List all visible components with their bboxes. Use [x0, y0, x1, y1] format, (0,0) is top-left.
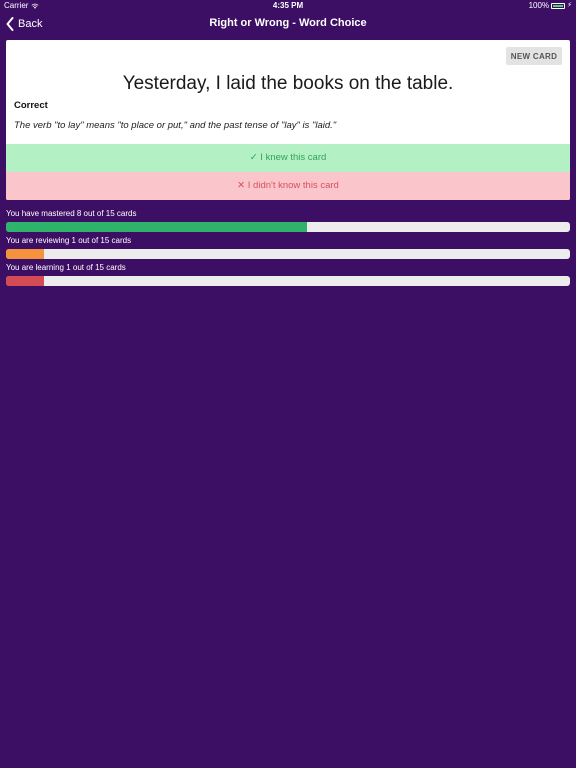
bolt-icon: ⚡: [567, 2, 572, 9]
card-verdict: Correct: [14, 100, 48, 111]
status-time: 4:35 PM: [272, 1, 304, 10]
flashcard: NEW CARD Yesterday, I laid the books on …: [6, 40, 570, 200]
progress-fill-learning: [6, 276, 44, 286]
progress-track: [6, 222, 570, 232]
progress-label: You have mastered 8 out of 15 cards: [6, 209, 137, 218]
knew-card-button[interactable]: ✓ I knew this card: [6, 144, 570, 172]
progress-fill-mastered: [6, 222, 307, 232]
progress-fill-reviewing: [6, 249, 44, 259]
progress-label: You are learning 1 out of 15 cards: [6, 263, 126, 272]
progress-learning: You are learning 1 out of 15 cards: [6, 262, 570, 289]
progress-track: [6, 276, 570, 286]
progress-reviewing: You are reviewing 1 out of 15 cards: [6, 235, 570, 262]
page-title: Right or Wrong - Word Choice: [209, 17, 367, 29]
nav-bar: Back Right or Wrong - Word Choice: [0, 12, 576, 36]
battery-percent: 100%: [528, 1, 550, 10]
status-right: 100% ⚡: [529, 0, 572, 12]
card-sentence: Yesterday, I laid the books on the table…: [122, 73, 454, 94]
progress-track: [6, 249, 570, 259]
progress-mastered: You have mastered 8 out of 15 cards: [6, 208, 570, 235]
status-bar: Carrier 4:35 PM 100% ⚡: [0, 0, 576, 12]
progress-label: You are reviewing 1 out of 15 cards: [6, 236, 132, 245]
didnt-know-card-button[interactable]: ✕ I didn't know this card: [6, 172, 570, 200]
progress-section: You have mastered 8 out of 15 cards You …: [6, 208, 570, 289]
card-explanation: The verb "to lay" means "to place or put…: [14, 120, 337, 131]
new-card-button[interactable]: NEW CARD: [506, 47, 562, 65]
battery-icon: [551, 3, 566, 9]
